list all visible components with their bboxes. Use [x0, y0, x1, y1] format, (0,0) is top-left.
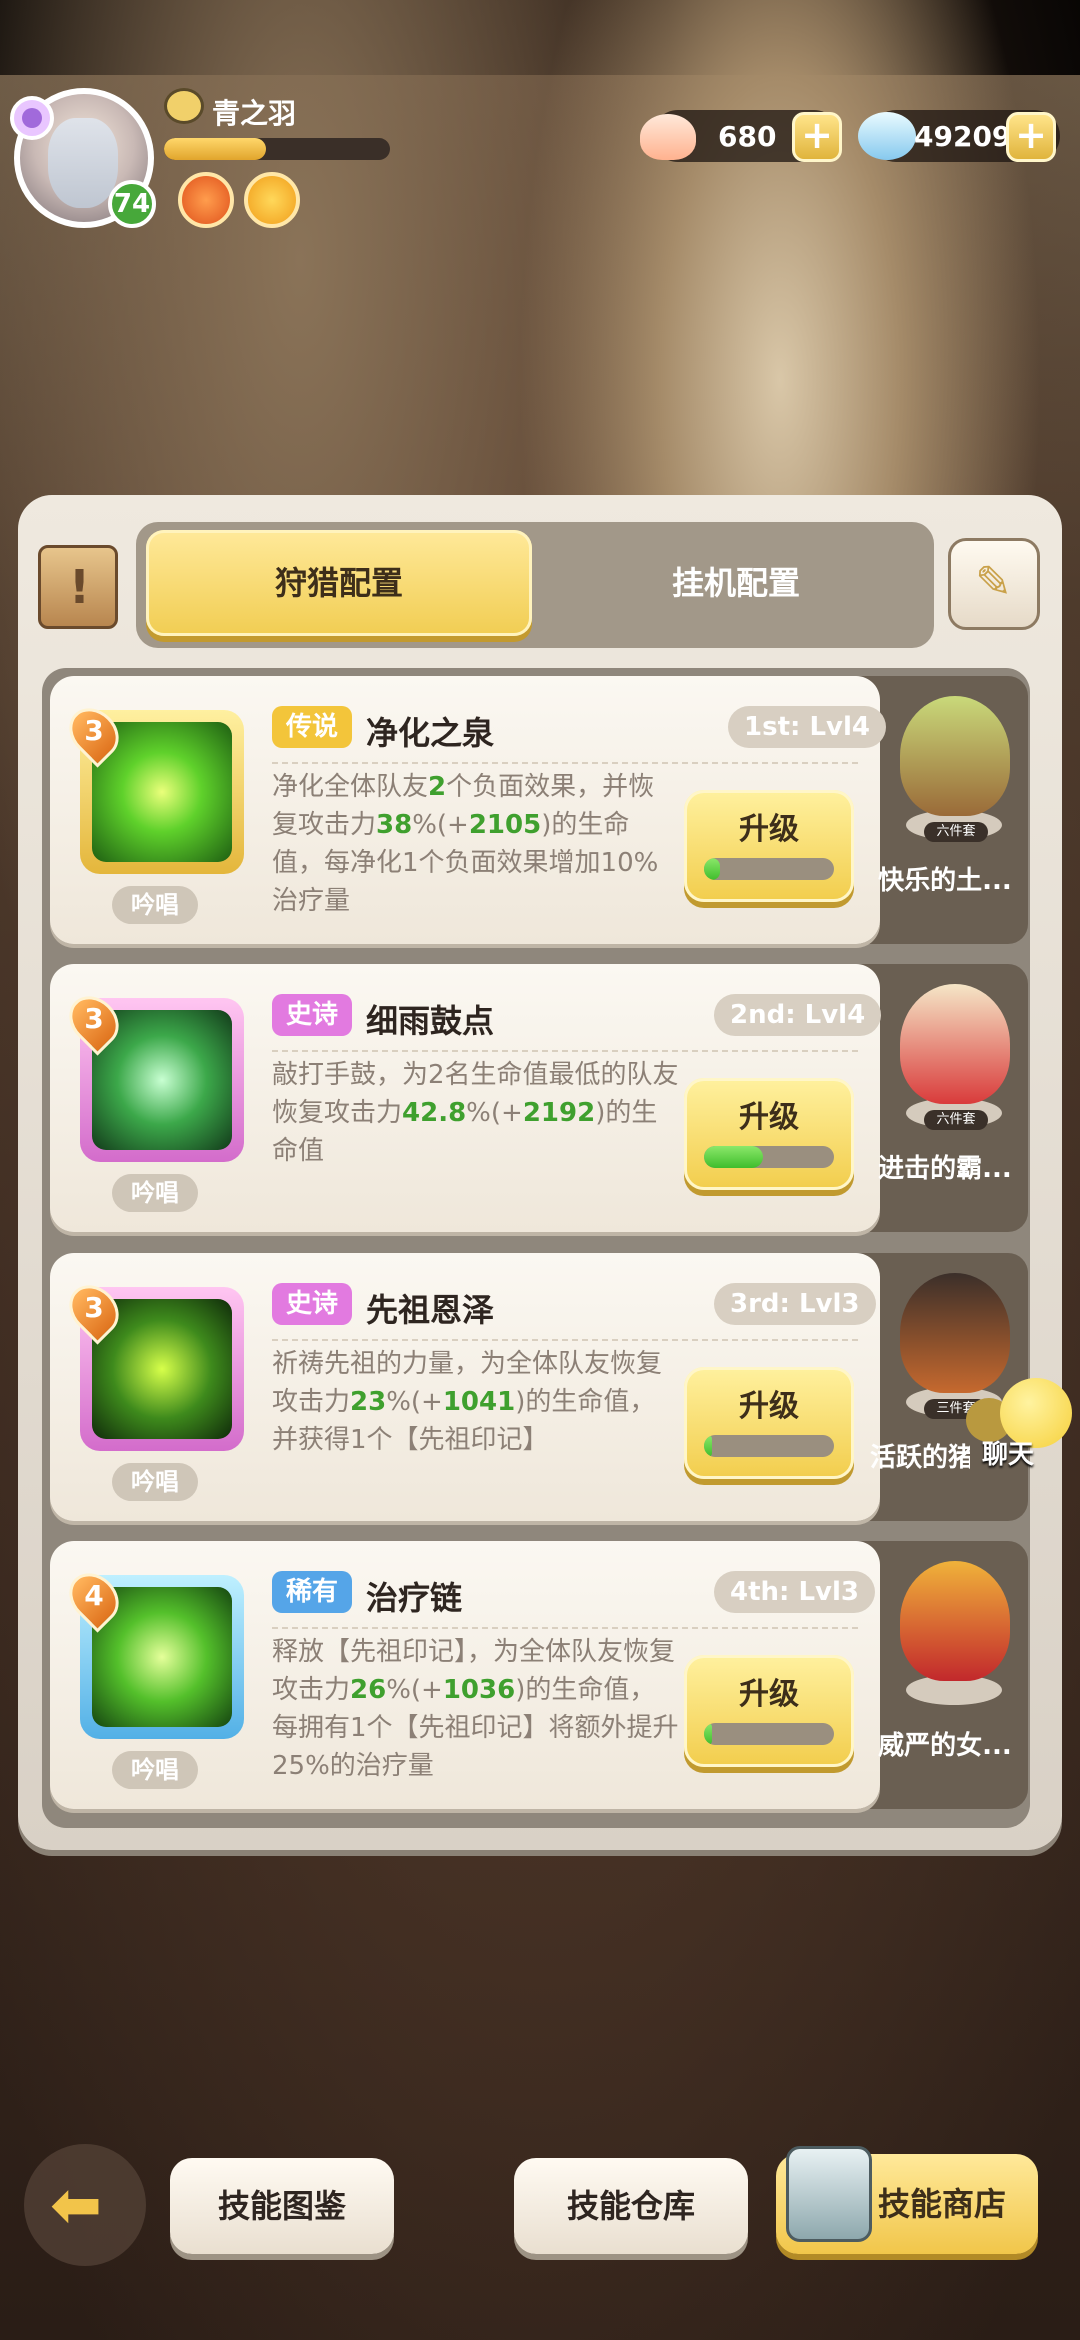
skill-level: 3 [84, 1291, 104, 1324]
skill-name: 细雨鼓点 [366, 1002, 495, 1040]
divider [272, 1339, 858, 1341]
shell-count: 680 [718, 120, 777, 153]
rarity-badge: 传说 [272, 706, 353, 748]
rarity-badge: 史诗 [272, 1283, 353, 1325]
desc-segment: 2 [428, 772, 447, 802]
upgrade-progress-fill [704, 1146, 763, 1168]
skill-name: 先祖恩泽 [366, 1291, 495, 1329]
upgrade-button[interactable]: 升级 [684, 1078, 854, 1190]
shell-icon [640, 114, 696, 160]
pet-name: 威严的女... [878, 1731, 1012, 1761]
chant-tag: 吟唱 [112, 1751, 198, 1789]
upgrade-progress-bar [704, 1146, 834, 1168]
divider [272, 762, 858, 764]
desc-segment: 38 [376, 810, 413, 840]
tab-hunting-config[interactable]: 狩猎配置 [146, 530, 532, 636]
chant-tag: 吟唱 [112, 1174, 198, 1212]
upgrade-progress-bar [704, 1723, 834, 1745]
slot-level-tag: 3rd: Lvl3 [714, 1283, 876, 1325]
chant-tag: 吟唱 [112, 1463, 198, 1501]
pet-name: 活跃的猪 [870, 1443, 970, 1473]
skill-description: 释放【先祖印记】，为全体队友恢复攻击力26%(+1036)的生命值，每拥有1个【… [272, 1633, 680, 1785]
upgrade-progress-fill [704, 858, 720, 880]
upgrade-label: 升级 [739, 1100, 799, 1135]
upgrade-progress-bar [704, 1435, 834, 1457]
back-button[interactable]: ⬅ [24, 2144, 146, 2266]
divider [272, 1050, 858, 1052]
desc-segment: 26 [350, 1675, 387, 1705]
upgrade-label: 升级 [739, 1389, 799, 1424]
skill-name: 治疗链 [366, 1579, 463, 1617]
pet-name: 进击的霸... [878, 1154, 1012, 1184]
skill-description: 敲打手鼓，为2名生命值最低的队友恢复攻击力42.8%(+2192)的生命值 [272, 1056, 680, 1170]
divider [272, 1627, 858, 1629]
skill-level: 3 [84, 1002, 104, 1035]
desc-segment: %(+ [466, 1098, 523, 1128]
avatar-portrait [48, 118, 118, 208]
exp-bar [164, 138, 390, 160]
upgrade-button[interactable]: 升级 [684, 1655, 854, 1767]
add-shell-button[interactable]: + [792, 112, 842, 162]
exp-fill [164, 138, 266, 160]
upgrade-progress-fill [704, 1723, 712, 1745]
rarity-badge: 史诗 [272, 994, 353, 1036]
edit-button[interactable]: ✎ [948, 538, 1040, 630]
shop-scroll-icon [786, 2146, 872, 2242]
scroll-info-icon[interactable]: ! [38, 545, 118, 629]
chat-label[interactable]: 聊天 [982, 1434, 1034, 1471]
desc-segment: 2192 [522, 1098, 596, 1128]
player-level-badge: 74 [108, 180, 156, 228]
skill-name: 净化之泉 [366, 714, 495, 752]
tab-idle-config[interactable]: 挂机配置 [545, 530, 927, 636]
desc-segment: 42.8 [402, 1098, 467, 1128]
skill-codex-button[interactable]: 技能图鉴 [170, 2158, 394, 2254]
upgrade-label: 升级 [739, 1677, 799, 1712]
upgrade-button[interactable]: 升级 [684, 1367, 854, 1479]
skill-shop-label: 技能商店 [878, 2185, 1007, 2223]
skill-storage-button[interactable]: 技能仓库 [514, 2158, 748, 2254]
slot-level-tag: 4th: Lvl3 [714, 1571, 875, 1613]
player-name: 青之羽 [212, 97, 297, 130]
pet-set-tag: 六件套 [924, 822, 988, 842]
slot-level-tag: 1st: Lvl4 [728, 706, 886, 748]
chant-tag: 吟唱 [112, 886, 198, 924]
upgrade-progress-fill [704, 1435, 712, 1457]
pet-figure [900, 1561, 1010, 1681]
rarity-badge: 稀有 [272, 1571, 353, 1613]
buff-icon-sun[interactable] [178, 172, 234, 228]
desc-segment: 23 [350, 1387, 387, 1417]
desc-segment: %(+ [412, 810, 469, 840]
title-icon [164, 88, 204, 124]
skill-level: 3 [84, 714, 104, 747]
skill-description: 净化全体队友2个负面效果，并恢复攻击力38%(+2105)的生命值，每净化1个负… [272, 768, 680, 920]
pet-name: 快乐的土... [878, 866, 1012, 896]
desc-segment: 1041 [442, 1387, 516, 1417]
back-arrow-icon: ⬅ [50, 2168, 102, 2241]
slot-level-tag: 2nd: Lvl4 [714, 994, 882, 1036]
upgrade-label: 升级 [739, 812, 799, 847]
desc-segment: 2105 [468, 810, 542, 840]
skill-description: 祈祷先祖的力量，为全体队友恢复攻击力23%(+1041)的生命值，并获得1个【先… [272, 1345, 680, 1459]
upgrade-button[interactable]: 升级 [684, 790, 854, 902]
desc-segment: 1036 [442, 1675, 516, 1705]
desc-segment: %(+ [386, 1387, 443, 1417]
desc-segment: 净化全体队友 [272, 772, 429, 802]
gem-icon [858, 112, 916, 160]
pet-figure [900, 984, 1010, 1104]
hand-edit-icon: ✎ [975, 557, 1012, 608]
pet-figure [900, 696, 1010, 816]
desc-segment: %(+ [386, 1675, 443, 1705]
pet-figure [900, 1273, 1010, 1393]
upgrade-progress-bar [704, 858, 834, 880]
vip-icon[interactable] [10, 96, 54, 140]
pet-set-tag: 六件套 [924, 1110, 988, 1130]
add-gem-button[interactable]: + [1006, 112, 1056, 162]
buff-icon-coin[interactable] [244, 172, 300, 228]
skill-level: 4 [84, 1579, 104, 1612]
